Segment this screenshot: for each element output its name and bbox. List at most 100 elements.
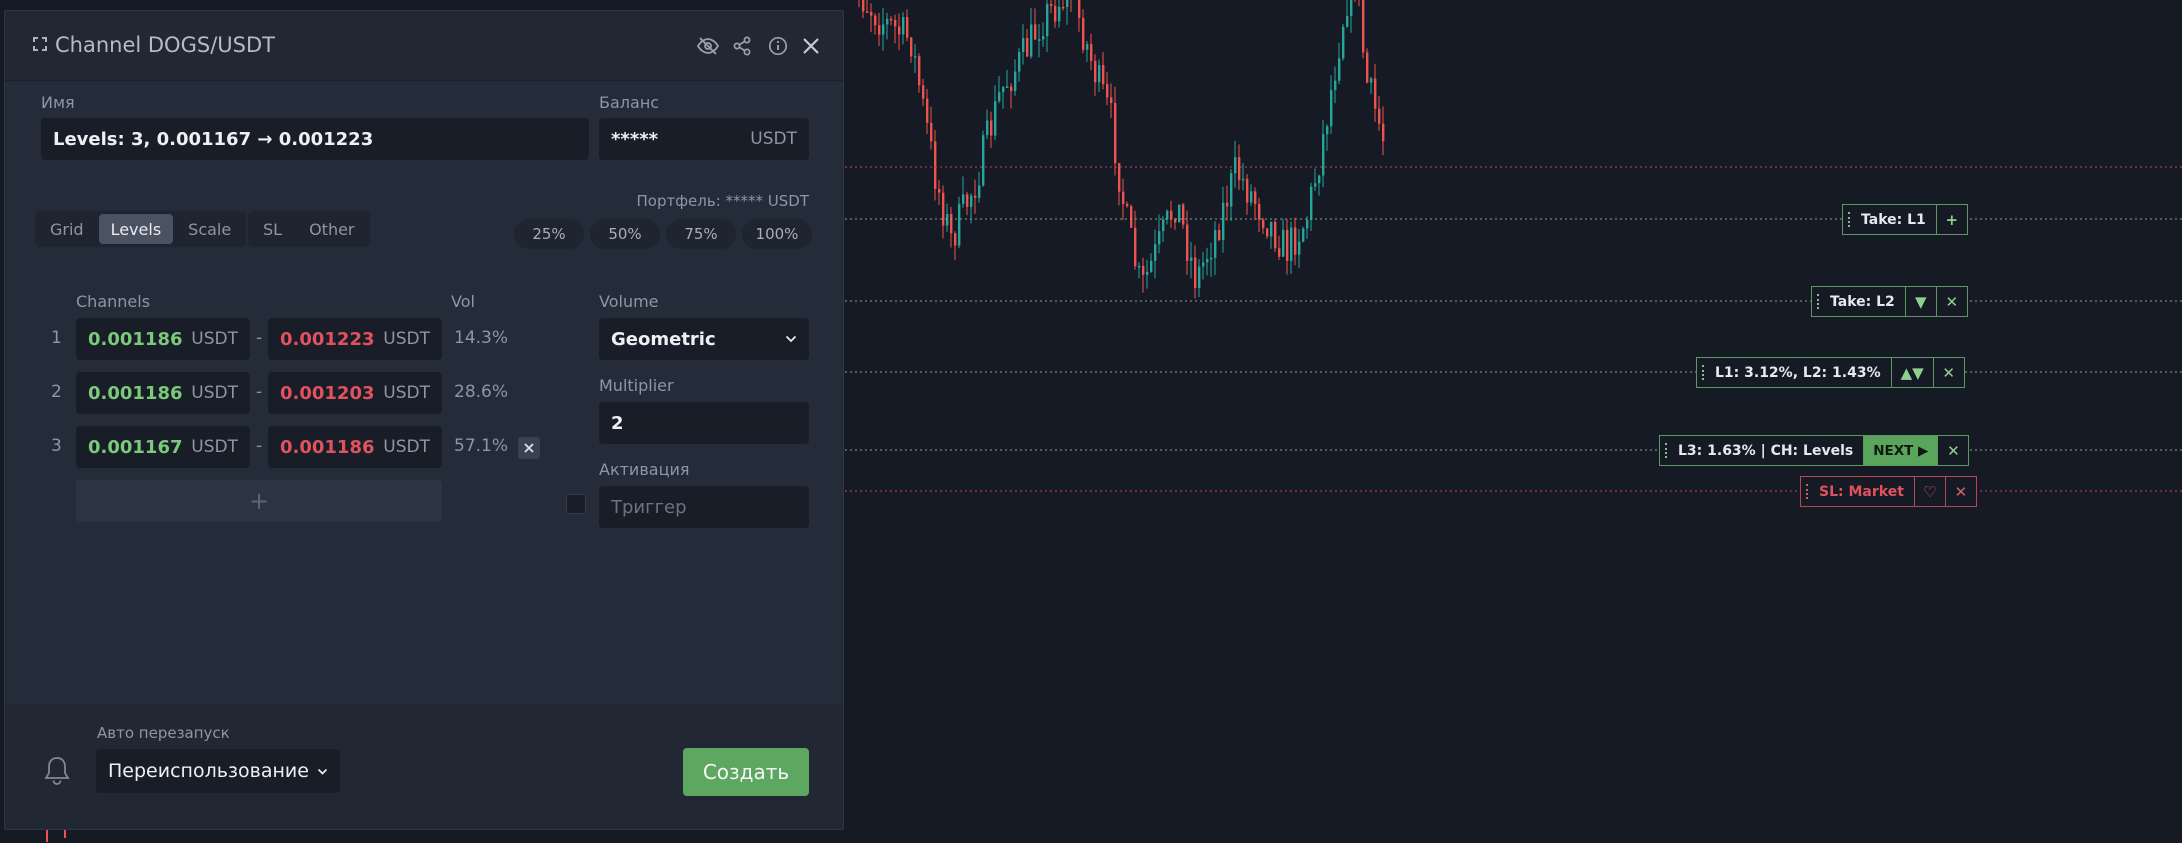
- channel-low-unit: USDT: [191, 383, 238, 403]
- candle-body: [1142, 266, 1145, 275]
- channel-low-input[interactable]: 0.001186 USDT: [76, 372, 250, 414]
- vol-label: Vol: [451, 292, 475, 311]
- candle-body: [1090, 43, 1093, 61]
- drag-handle-icon[interactable]: [1697, 358, 1709, 387]
- candle-body: [966, 194, 969, 207]
- candle-body: [1186, 224, 1189, 261]
- candle-body: [1190, 257, 1193, 261]
- order-label-take-l1[interactable]: Take: L1 +: [1842, 204, 1968, 235]
- candle-body: [1258, 203, 1261, 220]
- candle-body: [1342, 26, 1345, 59]
- tab-grid[interactable]: Grid: [38, 214, 96, 244]
- candle-body: [1238, 157, 1241, 181]
- hide-eye-icon[interactable]: [695, 33, 721, 59]
- channel-separator: -: [256, 328, 263, 348]
- candle-body: [950, 214, 953, 234]
- candle-body: [1338, 58, 1341, 81]
- close-icon[interactable]: ✕: [1935, 287, 1967, 316]
- order-label-levels-l1-l2[interactable]: L1: 3.12%, L2: 1.43% ▲▼ ✕: [1696, 357, 1965, 388]
- tab-levels[interactable]: Levels: [98, 214, 174, 244]
- close-icon[interactable]: ✕: [1932, 358, 1964, 387]
- percent-25-button[interactable]: 25%: [514, 219, 584, 249]
- candle-body: [946, 214, 949, 226]
- channel-separator: -: [256, 436, 263, 456]
- channel-high-input[interactable]: 0.001186 USDT: [268, 426, 442, 468]
- channel-low-input[interactable]: 0.001167 USDT: [76, 426, 250, 468]
- activation-checkbox[interactable]: [566, 494, 586, 514]
- candle-body: [1250, 191, 1253, 203]
- candle-body: [978, 185, 981, 198]
- multiplier-input[interactable]: 2: [599, 402, 809, 444]
- channel-low-input[interactable]: 0.001186 USDT: [76, 318, 250, 360]
- order-label-l3-channel[interactable]: L3: 1.63% | CH: Levels NEXT ▶ ✕: [1659, 435, 1970, 466]
- bell-icon[interactable]: [43, 755, 71, 785]
- create-button[interactable]: Создать: [683, 748, 809, 796]
- drag-handle-icon[interactable]: [1812, 287, 1824, 316]
- channel-low-value: 0.001186: [88, 328, 183, 350]
- channel-vol: 57.1%: [454, 436, 509, 456]
- channel-row: 1 0.001186 USDT - 0.001223 USDT 14.3%: [5, 318, 565, 360]
- auto-restart-select[interactable]: Переиспользование: [96, 749, 340, 793]
- order-label-sl-market[interactable]: SL: Market ♡ ✕: [1800, 476, 1977, 507]
- activation-trigger-input[interactable]: Триггер: [599, 486, 809, 528]
- candle-body: [1170, 210, 1173, 220]
- candle-body: [1054, 5, 1057, 22]
- up-down-icon[interactable]: ▲▼: [1890, 358, 1933, 387]
- candle-body: [1122, 191, 1125, 205]
- drag-handle-icon[interactable]: [1801, 477, 1813, 506]
- share-icon[interactable]: [729, 33, 755, 59]
- channel-vol: 14.3%: [454, 328, 509, 348]
- remove-channel-icon[interactable]: [518, 437, 540, 459]
- candle-body: [986, 120, 989, 136]
- drag-handle-icon[interactable]: [1843, 205, 1855, 234]
- next-button[interactable]: NEXT ▶: [1863, 436, 1938, 465]
- order-label-text: Take: L2: [1830, 293, 1895, 310]
- volume-select[interactable]: Geometric: [599, 318, 809, 360]
- candle-body: [1382, 123, 1385, 142]
- percent-50-button[interactable]: 50%: [590, 219, 660, 249]
- close-icon[interactable]: ✕: [1937, 436, 1968, 465]
- shield-icon[interactable]: ♡: [1913, 477, 1945, 506]
- percent-100-button[interactable]: 100%: [742, 219, 812, 249]
- name-label: Имя: [41, 93, 75, 112]
- percent-75-button[interactable]: 75%: [666, 219, 736, 249]
- candle-body: [1330, 90, 1333, 127]
- balance-input[interactable]: ***** USDT: [599, 118, 809, 160]
- candle-body: [1010, 86, 1013, 92]
- candle-body: [1310, 186, 1313, 220]
- candle-body: [914, 56, 917, 58]
- channel-low-unit: USDT: [191, 329, 238, 349]
- candle-body: [970, 195, 973, 207]
- close-icon[interactable]: [798, 33, 824, 59]
- candle-body: [1334, 80, 1337, 91]
- candle-body: [954, 233, 957, 246]
- channel-separator: -: [256, 382, 263, 402]
- add-channel-button[interactable]: +: [76, 480, 442, 522]
- candle-body: [1198, 266, 1201, 289]
- close-icon[interactable]: ✕: [1944, 477, 1976, 506]
- name-input[interactable]: Levels: 3, 0.001167 → 0.001223: [41, 118, 589, 160]
- candle-body: [918, 56, 921, 86]
- candle-body: [1366, 52, 1369, 83]
- candle-body: [870, 11, 873, 16]
- candle-body: [1082, 17, 1085, 50]
- candle-body: [862, 0, 865, 12]
- tab-other[interactable]: Other: [297, 214, 366, 244]
- add-icon[interactable]: +: [1935, 205, 1967, 234]
- tab-scale[interactable]: Scale: [176, 214, 243, 244]
- candle-body: [1234, 157, 1237, 174]
- order-label-take-l2[interactable]: Take: L2 ▼ ✕: [1811, 286, 1968, 317]
- panel-header[interactable]: Channel DOGS/USDT: [5, 11, 843, 81]
- candle-body: [1278, 248, 1281, 257]
- tab-sl[interactable]: SL: [251, 214, 294, 244]
- channel-high-input[interactable]: 0.001203 USDT: [268, 372, 442, 414]
- drag-move-icon[interactable]: [31, 35, 49, 53]
- channel-row: 3 0.001167 USDT - 0.001186 USDT 57.1%: [5, 426, 565, 468]
- candle-body: [1230, 173, 1233, 207]
- collapse-down-icon[interactable]: ▼: [1904, 287, 1936, 316]
- channel-high-input[interactable]: 0.001223 USDT: [268, 318, 442, 360]
- candle-body: [1174, 219, 1177, 223]
- info-icon[interactable]: [765, 33, 791, 59]
- candle-body: [930, 122, 933, 142]
- drag-handle-icon[interactable]: [1660, 436, 1672, 465]
